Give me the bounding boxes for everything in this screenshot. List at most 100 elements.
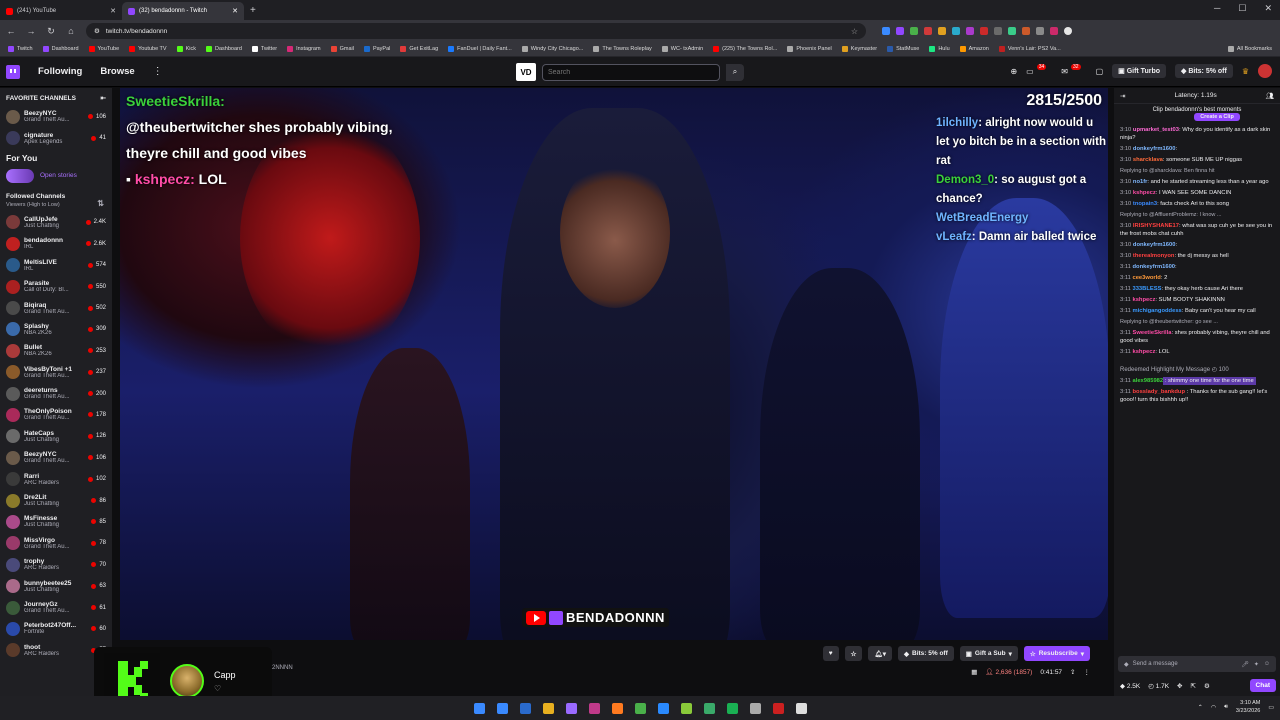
gift-turbo-button[interactable]: ▣ Gift Turbo: [1112, 64, 1166, 78]
windows-start-icon[interactable]: [473, 702, 485, 714]
sidebar-channel-item[interactable]: CallUpJefe Just Chatting 2.4K: [0, 212, 112, 233]
points-icon[interactable]: ◆ 2.5K: [1120, 682, 1140, 690]
resubscribe-button[interactable]: ☆ Resubscribe ▾: [1023, 646, 1090, 661]
following-link[interactable]: Following: [38, 66, 82, 77]
chat-message[interactable]: 3:10 no1fr: and he started streaming les…: [1120, 178, 1274, 186]
bookmark-item[interactable]: Keymaster: [841, 46, 877, 52]
expand-icon[interactable]: ⇱: [1191, 682, 1196, 690]
profile-avatar[interactable]: [1064, 27, 1072, 35]
bits-discount-button[interactable]: ◆ Bits: 5% off: [898, 646, 954, 661]
sidebar-channel-item[interactable]: cignature Apex Legends 41: [0, 127, 112, 148]
sidebar-channel-item[interactable]: deereturns Grand Theft Au... 200: [0, 383, 112, 404]
sidebar-channel-item[interactable]: bendadonnn IRL 2.6K: [0, 233, 112, 254]
bookmark-item[interactable]: Hulu: [929, 46, 950, 52]
new-tab-icon[interactable]: +: [250, 5, 256, 16]
chat-message[interactable]: 3:10 IRISHYSHANE17: what was sup cuh ye …: [1120, 222, 1274, 238]
notifications-bell-button[interactable]: 🔔︎▾: [868, 646, 892, 661]
chat-username[interactable]: cee3world: [1132, 275, 1160, 281]
extension-icon[interactable]: [896, 27, 904, 35]
sidebar-channel-item[interactable]: MsFinesse Just Chatting 85: [0, 511, 112, 532]
chat-message[interactable]: 3:10 kshpecz: I WAN SEE SOME DANCIN: [1120, 189, 1274, 197]
sidebar-channel-item[interactable]: Bullet NBA 2K26 253: [0, 340, 112, 361]
chat-username[interactable]: donkeyfrm1600: [1132, 264, 1175, 270]
bookmark-item[interactable]: Twitter: [251, 46, 277, 52]
follow-heart-button[interactable]: ♥: [822, 646, 839, 661]
chat-message[interactable]: 3:10 tnopain3: facts check Ari to this s…: [1120, 200, 1274, 208]
collapse-chat-icon[interactable]: ⇥: [1120, 92, 1125, 100]
chat-username[interactable]: michigangoddess: [1132, 308, 1181, 314]
sidebar-channel-item[interactable]: trophy ARC Raiders 70: [0, 554, 112, 575]
sidebar-channel-item[interactable]: JourneyGz Grand Theft Au... 61: [0, 597, 112, 618]
chat-message[interactable]: 3:11 cee3world: 2: [1120, 274, 1274, 282]
collapse-sidebar-icon[interactable]: ⇤: [101, 94, 106, 102]
bookmark-item[interactable]: Youtube TV: [129, 46, 167, 52]
gift-sub-button[interactable]: ▣ Gift a Sub ▾: [959, 646, 1018, 661]
search-icon[interactable]: ⌕: [726, 63, 744, 81]
sort-icon[interactable]: ⇅: [97, 199, 104, 208]
extension-icon[interactable]: [966, 27, 974, 35]
chat-message[interactable]: 3:10 donkeyfrm1600:: [1120, 145, 1274, 153]
wifi-icon[interactable]: ◠: [1211, 704, 1216, 711]
bookmark-star-icon[interactable]: ☆: [851, 27, 858, 36]
crown-icon[interactable]: ♛: [1242, 67, 1249, 76]
user-avatar[interactable]: [1258, 64, 1272, 78]
bookmark-item[interactable]: Dashboard: [205, 46, 242, 52]
bookmark-item[interactable]: Phoenix Panel: [787, 46, 832, 52]
more-icon[interactable]: ⋮: [1084, 668, 1091, 676]
sidebar-channel-item[interactable]: TheOnlyPoison Grand Theft Au... 178: [0, 404, 112, 425]
sidebar-channel-item[interactable]: Dre2Lit Just Chatting 86: [0, 490, 112, 511]
twitch-logo-icon[interactable]: [6, 64, 20, 79]
chat-username[interactable]: no1fr: [1133, 179, 1148, 185]
chat-message[interactable]: 3:10 upmarket_test03: Why do you identif…: [1120, 126, 1274, 142]
sidebar-channel-item[interactable]: MissVirgo Grand Theft Au... 78: [0, 533, 112, 554]
sidebar-channel-item[interactable]: MeltisLIVE IRL 574: [0, 255, 112, 276]
browser-tab-youtube[interactable]: (241) YouTube ✕: [0, 2, 122, 20]
extension-icon[interactable]: [924, 27, 932, 35]
extension-icon[interactable]: [938, 27, 946, 35]
bookmark-item[interactable]: FanDuel | Daily Fant...: [448, 46, 512, 52]
taskbar-app-icon[interactable]: [588, 702, 600, 714]
chat-username[interactable]: alex985982: [1132, 378, 1163, 384]
users-icon[interactable]: 👥︎: [1266, 92, 1274, 100]
bookmark-item[interactable]: StatMuse: [887, 46, 919, 52]
chat-message[interactable]: 3:11 donkeyfrm1600:: [1120, 263, 1274, 271]
bookmark-item[interactable]: Kick: [176, 46, 196, 52]
wand-icon[interactable]: ✦: [1254, 661, 1259, 668]
create-clip-button[interactable]: Create a Clip: [1194, 113, 1240, 121]
bits-icon[interactable]: ◆: [1124, 661, 1129, 668]
chat-username[interactable]: kshpecz: [1133, 190, 1156, 196]
chat-message[interactable]: 3:11 kshpecz: LOL: [1120, 348, 1274, 356]
open-stories[interactable]: Open stories: [0, 167, 112, 185]
browse-link[interactable]: Browse: [100, 66, 134, 77]
clock[interactable]: 3:10 AM 3/23/2026: [1236, 699, 1260, 715]
heart-icon[interactable]: ♡: [214, 684, 236, 693]
taskbar-app-icon[interactable]: [772, 702, 784, 714]
sidebar-channel-item[interactable]: BeezyNYC Grand Theft Au... 106: [0, 447, 112, 468]
extension-icon[interactable]: [952, 27, 960, 35]
taskbar-app-icon[interactable]: [519, 702, 531, 714]
chat-username[interactable]: therealmonyon: [1133, 253, 1175, 259]
chat-username[interactable]: kshpecz: [1132, 349, 1155, 355]
sidebar-channel-item[interactable]: Splashy NBA 2K26 309: [0, 319, 112, 340]
inbox-icon[interactable]: ✉: [1061, 67, 1068, 76]
back-icon[interactable]: ←: [6, 26, 16, 36]
url-field[interactable]: ⚙ twitch.tv/bendadonnn ☆: [86, 23, 866, 39]
extension-icon[interactable]: [1050, 27, 1058, 35]
highlighted-message[interactable]: 3:11 alex985982 : shimmy one time for th…: [1120, 377, 1274, 385]
chat-message[interactable]: 3:10 sharcklava: someone SUB ME UP nigga…: [1120, 156, 1274, 164]
sidebar-channel-item[interactable]: Parasite Call of Duty: Bl... 550: [0, 276, 112, 297]
video-player[interactable]: SweetieSkrilla: @theubertwitcher shes pr…: [120, 88, 1108, 640]
search-input[interactable]: [542, 63, 720, 81]
taskbar-app-icon[interactable]: [634, 702, 646, 714]
maximize-icon[interactable]: ☐: [1238, 3, 1246, 14]
sidebar-channel-item[interactable]: Rarri ARC Raiders 102: [0, 468, 112, 489]
taskbar-app-icon[interactable]: [565, 702, 577, 714]
chat-message[interactable]: 3:11 kshpecz: SUM BOOTY SHAKINNN: [1120, 296, 1274, 304]
browser-tab-twitch[interactable]: (32) bendadonnn - Twitch ✕: [122, 2, 244, 20]
sidebar-channel-item[interactable]: Biqiraq Grand Theft Au... 502: [0, 297, 112, 318]
bookmark-item[interactable]: Amazon: [959, 46, 989, 52]
close-tab-icon[interactable]: ✕: [110, 7, 116, 15]
bookmark-item[interactable]: WC- txAdmin: [661, 46, 703, 52]
bookmark-item[interactable]: Gmail: [330, 46, 354, 52]
layout-icon[interactable]: ✥: [1177, 682, 1182, 690]
